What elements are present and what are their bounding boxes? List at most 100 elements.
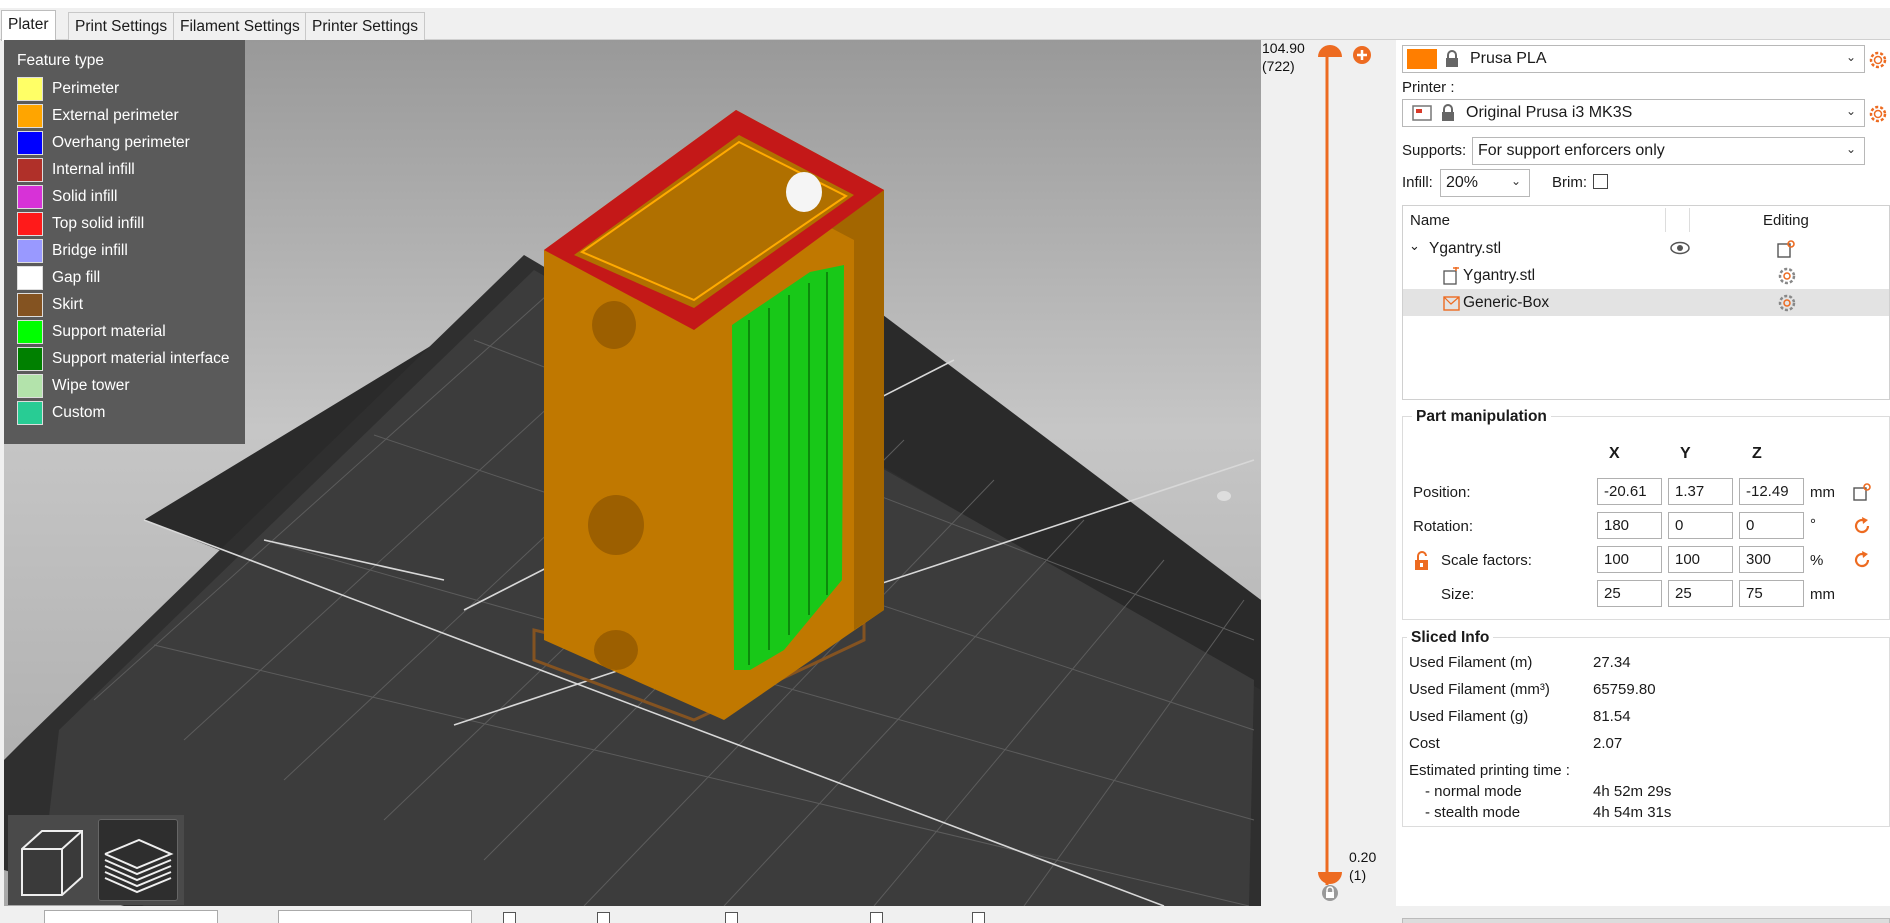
legend-swatch [17,292,43,317]
col-name-header: Name [1410,212,1451,229]
legend-list: Perimeter External perimeter Overhang peri… [17,75,245,426]
eye-icon[interactable] [1670,241,1690,255]
size-y-field[interactable]: 25 [1668,580,1733,607]
legend-item: Gap fill [17,264,245,291]
position-z-field[interactable]: -12.49 [1739,478,1804,505]
view-type-select[interactable] [44,910,218,923]
chevron-down-icon: ⌄ [1845,142,1856,156]
legend-label: Solid infill [52,187,118,205]
drop-to-bed-icon[interactable] [1852,482,1872,502]
scale-unit: % [1810,552,1824,569]
scale-z-field[interactable]: 300 [1739,546,1804,573]
scale-x-field[interactable]: 100 [1597,546,1662,573]
lock-icon [1442,104,1454,121]
legend-swatch [17,157,43,182]
legend-label: Bridge infill [52,241,128,259]
slider-bottom-layer: (1) [1349,867,1367,883]
hole [594,630,638,670]
3d-view-button[interactable] [12,819,92,901]
legend-item: Wipe tower [17,372,245,399]
rotation-label: Rotation: [1413,518,1474,535]
travel-checkbox[interactable] [503,912,516,923]
info-value: 2.07 [1593,735,1623,752]
legend-item: Custom [17,399,245,426]
retractions-checkbox[interactable] [597,912,610,923]
modifier-row[interactable]: Generic-Box [1403,289,1889,316]
legend-swatch [17,76,43,101]
shells-checkbox[interactable] [870,912,883,923]
legend-checkbox[interactable] [972,912,985,923]
filament-settings-gear-icon[interactable] [1868,50,1888,70]
hole [592,301,636,349]
infill-value: 20% [1446,174,1479,191]
gear-icon[interactable] [1777,266,1797,286]
reset-scale-icon[interactable] [1852,550,1872,570]
scale-y-field[interactable]: 100 [1668,546,1733,573]
part-icon [1443,267,1459,285]
size-x-field[interactable]: 25 [1597,580,1662,607]
info-value: 81.54 [1593,708,1631,725]
slice-button[interactable] [1402,918,1890,923]
legend-item: Top solid infill [17,210,245,237]
object-settings-icon[interactable] [1776,239,1796,259]
supports-value: For support enforcers only [1478,142,1665,159]
legend-swatch [17,184,43,209]
sliced-info-title: Sliced Info [1407,629,1494,647]
rotation-z-field[interactable]: 0 [1739,512,1804,539]
tab-plater[interactable]: Plater [1,10,56,41]
3d-preview-viewport[interactable]: Feature type Perimeter External perimeter… [4,40,1261,906]
part-row[interactable]: Ygantry.stl [1403,262,1889,289]
printer-icon [1412,105,1432,121]
tab-printer-settings[interactable]: Printer Settings [305,12,425,40]
info-label: Used Filament (m) [1409,654,1533,671]
rotation-y-field[interactable]: 0 [1668,512,1733,539]
legend-swatch [17,319,43,344]
size-z-field[interactable]: 75 [1739,580,1804,607]
legend-item: Support material [17,318,245,345]
part-manipulation-title: Part manipulation [1412,408,1551,426]
preview-layers-button[interactable] [98,819,178,901]
brim-checkbox[interactable] [1593,174,1608,189]
legend-title: Feature type [17,52,105,69]
legend-label: Gap fill [52,268,101,286]
size-unit: mm [1810,586,1835,603]
printer-settings-gear-icon[interactable] [1868,104,1888,124]
menu-bar [0,0,1890,8]
chevron-down-icon[interactable]: ⌄ [1409,238,1420,254]
gear-icon[interactable] [1777,293,1797,313]
unlock-icon[interactable] [1413,551,1431,571]
slider-top-thumb[interactable] [1316,44,1376,68]
slider-bottom-thumb[interactable] [1316,866,1346,904]
chevron-down-icon: ⌄ [1845,104,1856,118]
lock-icon [1446,50,1458,67]
legend-swatch [17,211,43,236]
unretractions-checkbox[interactable] [725,912,738,923]
legend-label: Overhang perimeter [52,133,190,151]
infill-combo[interactable]: 20% ⌄ [1440,169,1530,197]
filament-name: Prusa PLA [1470,50,1547,67]
legend-item: Overhang perimeter [17,129,245,156]
chevron-down-icon: ⌄ [1510,174,1521,188]
tab-filament-settings[interactable]: Filament Settings [173,12,307,40]
infill-label: Infill: [1402,174,1433,191]
col-editing-header: Editing [1763,212,1809,229]
position-y-field[interactable]: 1.37 [1668,478,1733,505]
show-type-select[interactable] [278,910,472,923]
tab-print-settings[interactable]: Print Settings [68,12,175,40]
feature-type-legend: Feature type Perimeter External perimeter… [4,40,245,444]
printer-combo[interactable]: Original Prusa i3 MK3S ⌄ [1402,99,1865,127]
position-x-field[interactable]: -20.61 [1597,478,1662,505]
filament-color-swatch [1407,49,1437,69]
axis-z-header: Z [1752,445,1762,462]
reset-rotation-icon[interactable] [1852,516,1872,536]
object-row[interactable]: ⌄ Ygantry.stl [1403,235,1889,262]
legend-swatch [17,130,43,155]
printer-label: Printer : [1402,79,1455,96]
normal-mode-label: - normal mode [1425,783,1522,800]
layer-slider-panel [1261,40,1396,906]
legend-item: Bridge infill [17,237,245,264]
legend-swatch [17,103,43,128]
rotation-x-field[interactable]: 180 [1597,512,1662,539]
supports-combo[interactable]: For support enforcers only ⌄ [1472,137,1865,165]
filament-combo[interactable]: Prusa PLA ⌄ [1402,45,1865,73]
